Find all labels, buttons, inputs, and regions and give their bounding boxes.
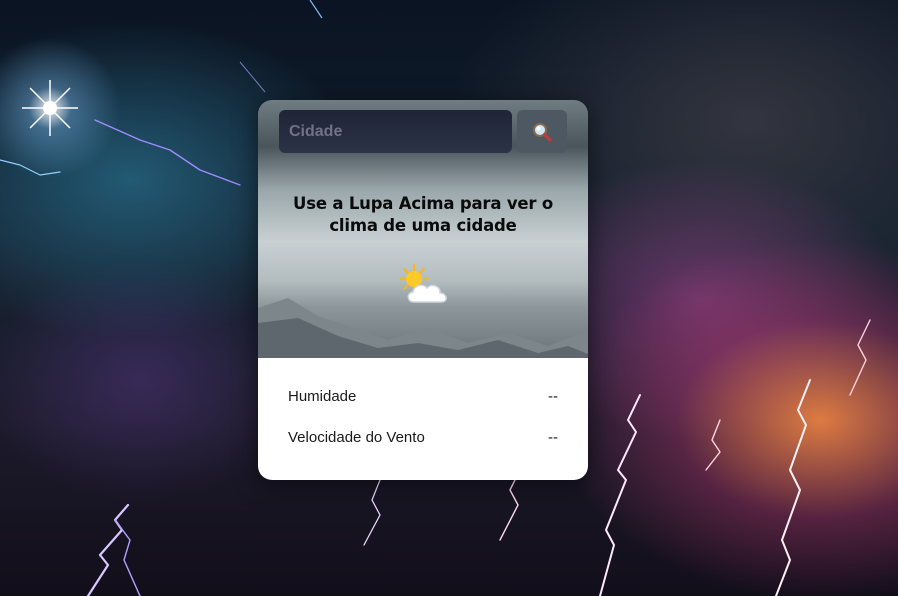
- humidity-label: Humidade: [288, 388, 357, 405]
- humidity-row: Humidade --: [288, 388, 558, 410]
- weather-card: Use a Lupa Acima para ver o clima de uma…: [258, 100, 588, 480]
- search-button[interactable]: [517, 110, 567, 153]
- search-bar: [279, 110, 567, 153]
- weather-details: Humidade -- Velocidade do Vento --: [258, 358, 588, 480]
- city-search-input[interactable]: [279, 110, 512, 153]
- sun-behind-cloud-icon: [398, 263, 447, 303]
- wind-speed-value: --: [548, 429, 558, 446]
- wind-speed-row: Velocidade do Vento --: [288, 429, 558, 451]
- magnifier-icon: [533, 122, 552, 142]
- wind-speed-label: Velocidade do Vento: [288, 429, 425, 446]
- weather-card-header: Use a Lupa Acima para ver o clima de uma…: [258, 100, 588, 358]
- humidity-value: --: [548, 388, 558, 405]
- search-prompt-text: Use a Lupa Acima para ver o clima de uma…: [293, 194, 553, 235]
